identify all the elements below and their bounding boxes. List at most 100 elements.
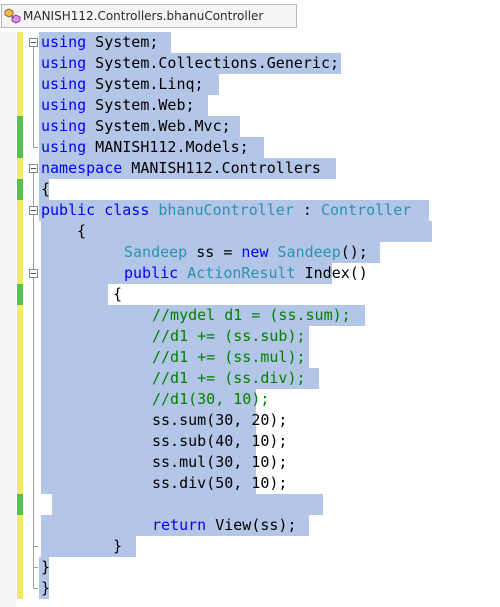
code-token: new (241, 243, 269, 261)
code-editor[interactable]: using System; using System.Collections.Ge… (0, 32, 500, 607)
code-line[interactable]: ss.div(50, 10); (152, 473, 287, 494)
collapse-icon[interactable] (29, 206, 38, 215)
code-token: //d1 += (ss.div); (152, 369, 306, 387)
code-line[interactable]: //d1(30, 10); (152, 389, 269, 410)
indicator-margin (0, 32, 16, 607)
code-line[interactable]: public ActionResult Index() (124, 263, 368, 284)
outline-guide-end (33, 567, 38, 568)
change-marker (17, 410, 23, 431)
code-token: public (124, 264, 179, 282)
code-token: //mydel d1 = (ss.sum); (152, 306, 351, 324)
code-token: } (41, 579, 51, 597)
change-marker (17, 158, 23, 179)
collapse-icon[interactable] (29, 164, 38, 173)
code-token: using (41, 96, 87, 114)
collapse-icon[interactable] (29, 38, 38, 47)
class-selector-label: MANISH112.Controllers.bhanuController (23, 9, 264, 23)
navigation-bar: MANISH112.Controllers.bhanuController (0, 0, 500, 32)
code-line[interactable]: using System; (41, 32, 158, 53)
code-token: public (41, 201, 96, 219)
code-token: Index() (295, 264, 368, 282)
change-marker (17, 53, 23, 74)
change-marker (17, 305, 23, 326)
code-token: System.Linq; (86, 75, 204, 93)
class-icon (4, 8, 22, 24)
change-marker (17, 389, 23, 410)
outline-guide (33, 47, 34, 148)
code-line[interactable]: using MANISH112.Models; (41, 137, 249, 158)
outline-guide-end (33, 588, 38, 589)
change-marker (17, 473, 23, 494)
code-token: { (77, 222, 87, 240)
code-line[interactable]: using System.Web; (41, 95, 195, 116)
code-line[interactable]: using System.Collections.Generic; (41, 53, 339, 74)
code-token: View(ss); (206, 516, 297, 534)
change-marker (17, 452, 23, 473)
code-token: Sandeep (277, 243, 341, 261)
code-token: System.Collections.Generic; (86, 54, 340, 72)
change-marker (17, 284, 23, 305)
code-token: Controller (320, 201, 412, 219)
code-line[interactable]: //d1 += (ss.div); (152, 368, 306, 389)
code-token: MANISH112.Controllers (122, 159, 321, 177)
change-marker (17, 242, 23, 263)
code-line[interactable]: return View(ss); (152, 515, 297, 536)
code-token: (); (340, 243, 368, 261)
code-token: ss.div(50, 10); (152, 474, 288, 492)
code-token: { (113, 285, 123, 303)
code-line[interactable]: } (113, 536, 122, 557)
change-marker (17, 536, 23, 557)
code-line[interactable]: } (41, 578, 50, 599)
change-marker (17, 200, 23, 221)
change-marker (17, 137, 23, 158)
code-line[interactable]: } (41, 557, 50, 578)
change-marker (17, 32, 23, 53)
code-line[interactable]: //mydel d1 = (ss.sum); (152, 305, 351, 326)
code-token: } (41, 558, 51, 576)
code-token: using (41, 75, 87, 93)
code-token: System; (86, 33, 159, 51)
code-line[interactable]: ss.mul(30, 10); (152, 452, 287, 473)
outline-guide-end (33, 147, 38, 148)
class-selector-dropdown[interactable]: MANISH112.Controllers.bhanuController (1, 4, 297, 28)
code-token: : (293, 201, 321, 219)
code-token: ss.sub(40, 10); (152, 432, 288, 450)
code-line[interactable]: using System.Linq; (41, 74, 204, 95)
code-line[interactable]: ss.sub(40, 10); (152, 431, 287, 452)
change-marker (17, 578, 23, 599)
collapse-icon[interactable] (29, 269, 38, 278)
change-marker (17, 326, 23, 347)
code-line[interactable]: //d1 += (ss.mul); (152, 347, 306, 368)
code-line[interactable]: //d1 += (ss.sub); (152, 326, 306, 347)
code-token: System.Web; (86, 96, 195, 114)
change-marker (17, 515, 23, 536)
change-marker (17, 221, 23, 242)
change-marker (17, 347, 23, 368)
change-marker (17, 431, 23, 452)
change-marker (17, 494, 23, 515)
code-token: ss = (187, 243, 242, 261)
code-token: ss.sum(30, 20); (152, 411, 288, 429)
code-token: class (104, 201, 150, 219)
code-token: ActionResult (187, 264, 296, 282)
outline-guide (33, 278, 34, 547)
code-line[interactable]: using System.Web.Mvc; (41, 116, 231, 137)
code-line[interactable]: ss.sum(30, 20); (152, 410, 287, 431)
code-line[interactable]: public class bhanuController : Controlle… (41, 200, 411, 221)
code-line[interactable]: namespace MANISH112.Controllers (41, 158, 321, 179)
code-token: using (41, 117, 87, 135)
code-token: using (41, 33, 87, 51)
change-marker (17, 179, 23, 200)
code-token: namespace (41, 159, 123, 177)
code-line[interactable]: { (113, 284, 122, 305)
code-line[interactable]: { (41, 179, 50, 200)
code-token: { (41, 180, 51, 198)
change-marker (17, 557, 23, 578)
code-token: MANISH112.Models; (86, 138, 249, 156)
code-line[interactable]: Sandeep ss = new Sandeep(); (124, 242, 368, 263)
code-token: //d1 += (ss.mul); (152, 348, 306, 366)
code-line[interactable]: { (77, 221, 86, 242)
code-token: bhanuController (158, 201, 294, 219)
code-token: } (113, 537, 123, 555)
